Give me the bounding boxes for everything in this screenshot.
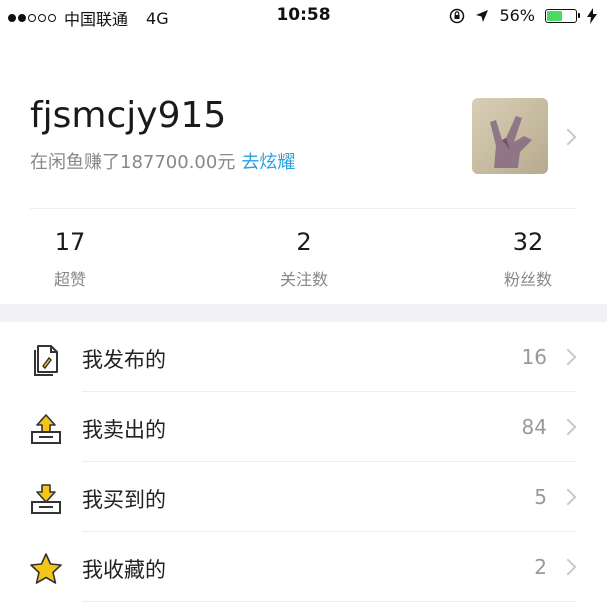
menu-item-sold[interactable]: 我卖出的 84 — [0, 392, 607, 462]
stat-followers-value: 32 — [512, 228, 544, 256]
battery-icon — [545, 8, 580, 23]
menu-item-label: 我收藏的 — [82, 558, 166, 582]
earnings-summary: 在闲鱼赚了187700.00元 去炫耀 — [30, 148, 295, 174]
show-off-link[interactable]: 去炫耀 — [241, 152, 295, 173]
menu-item-bought[interactable]: 我买到的 5 — [0, 462, 607, 532]
star-icon — [30, 553, 62, 584]
chevron-right-icon — [559, 488, 577, 506]
stat-likes-value: 17 — [54, 228, 86, 256]
stat-likes-label: 超赞 — [53, 270, 86, 289]
charging-bolt-icon — [587, 7, 597, 24]
battery-percent: 56% — [499, 6, 535, 25]
avatar-image — [472, 98, 548, 174]
username: fjsmcjy915 — [30, 95, 227, 136]
stat-following-value: 2 — [296, 228, 312, 256]
stat-following[interactable]: 2 关注数 — [234, 228, 374, 290]
menu-item-count: 16 — [521, 345, 547, 369]
orientation-lock-icon — [450, 8, 465, 23]
sold-box-upload-icon — [31, 414, 61, 444]
location-arrow-icon — [476, 9, 489, 22]
section-gap — [0, 304, 607, 322]
chevron-right-icon — [559, 418, 577, 436]
chevron-right-icon — [559, 348, 577, 366]
stat-likes[interactable]: 17 超赞 — [0, 228, 140, 290]
bought-box-download-icon — [31, 484, 61, 514]
chevron-right-icon — [559, 558, 577, 576]
menu-item-published[interactable]: 我发布的 16 — [0, 322, 607, 392]
avatar[interactable] — [472, 98, 548, 174]
divider — [30, 208, 577, 209]
profile-chevron-icon[interactable] — [559, 128, 577, 146]
earnings-text: 在闲鱼赚了187700.00元 — [30, 152, 236, 173]
menu-item-label: 我卖出的 — [82, 418, 166, 442]
menu-item-favorites[interactable]: 我收藏的 2 — [0, 532, 607, 602]
published-document-icon — [34, 345, 58, 376]
menu-item-label: 我买到的 — [82, 488, 166, 512]
status-bar: 中国联通 4G 10:58 56% — [0, 0, 607, 34]
stat-followers-label: 粉丝数 — [503, 270, 552, 289]
menu-item-count: 2 — [534, 555, 547, 579]
stat-followers[interactable]: 32 粉丝数 — [458, 228, 598, 290]
menu-item-count: 5 — [534, 485, 547, 509]
menu-item-label: 我发布的 — [82, 348, 166, 372]
stat-following-label: 关注数 — [279, 270, 328, 289]
menu-item-count: 84 — [521, 415, 547, 439]
